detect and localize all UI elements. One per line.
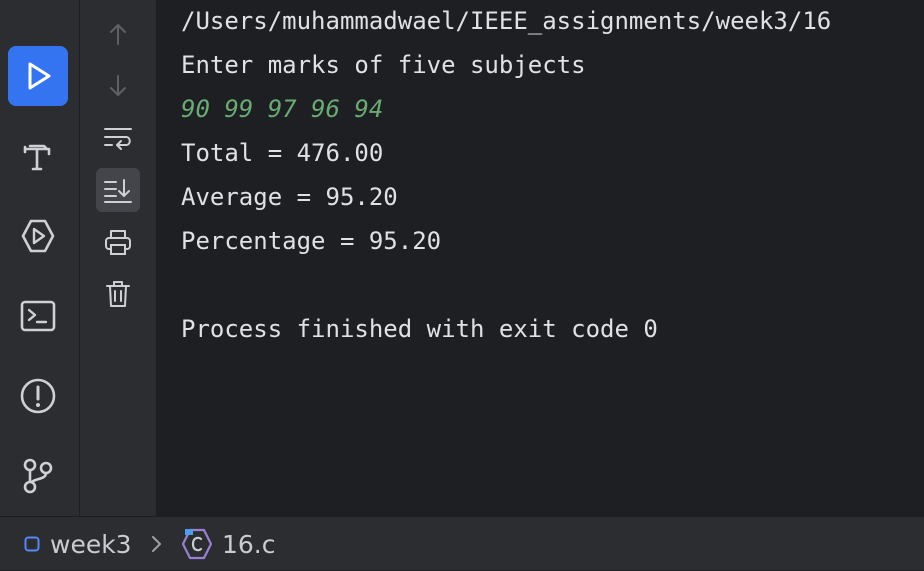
- printer-icon: [105, 230, 131, 255]
- run-icon: [28, 62, 51, 90]
- console-line-exit-status: Process finished with exit code 0: [181, 315, 658, 343]
- terminal-icon: [20, 300, 56, 332]
- scroll-to-end-button[interactable]: [96, 168, 140, 212]
- soft-wrap-button[interactable]: [96, 116, 140, 160]
- scroll-to-end-icon: [104, 179, 132, 203]
- console-line-total: Total = 476.00: [181, 139, 384, 167]
- breadcrumb-folder-label: week3: [50, 529, 132, 559]
- breadcrumb-file[interactable]: 16.c: [182, 517, 276, 571]
- git-branch-icon: [23, 458, 53, 494]
- console-line-prompt: Enter marks of five subjects: [181, 51, 586, 79]
- breadcrumb-separator: [150, 517, 164, 571]
- soft-wrap-icon: [104, 128, 132, 150]
- console-line-percentage: Percentage = 95.20: [181, 227, 442, 255]
- services-tool-button[interactable]: [8, 206, 68, 266]
- status-bar: week3 16.c: [0, 516, 924, 570]
- build-tool-button[interactable]: [8, 126, 68, 186]
- console-toolbar: [80, 0, 156, 516]
- problems-icon: [20, 378, 56, 414]
- clear-all-button[interactable]: [96, 272, 140, 316]
- console-line-user-input: 90 99 97 96 94: [181, 95, 384, 123]
- arrow-up-icon: [110, 24, 126, 45]
- c-file-icon: [182, 528, 212, 560]
- breadcrumb-file-label: 16.c: [222, 529, 276, 559]
- hammer-icon: [23, 144, 51, 171]
- terminal-tool-button[interactable]: [8, 286, 68, 346]
- services-icon: [21, 219, 55, 253]
- chevron-right-icon: [152, 536, 161, 552]
- next-occurrence-button[interactable]: [96, 64, 140, 108]
- console-line-command: /Users/muhammadwael/IEEE_assignments/wee…: [181, 7, 832, 35]
- breadcrumb-folder[interactable]: week3: [24, 517, 132, 571]
- tool-window-stripe: [0, 0, 79, 516]
- print-button[interactable]: [96, 220, 140, 264]
- trash-icon: [106, 281, 130, 307]
- module-folder-icon: [24, 536, 40, 552]
- console-output[interactable]: /Users/muhammadwael/IEEE_assignments/wee…: [156, 0, 924, 516]
- console-line-average: Average = 95.20: [181, 183, 398, 211]
- previous-occurrence-button[interactable]: [96, 12, 140, 56]
- problems-tool-button[interactable]: [8, 366, 68, 426]
- arrow-down-icon: [110, 75, 126, 96]
- git-tool-button[interactable]: [8, 446, 68, 506]
- run-tool-button[interactable]: [8, 46, 68, 106]
